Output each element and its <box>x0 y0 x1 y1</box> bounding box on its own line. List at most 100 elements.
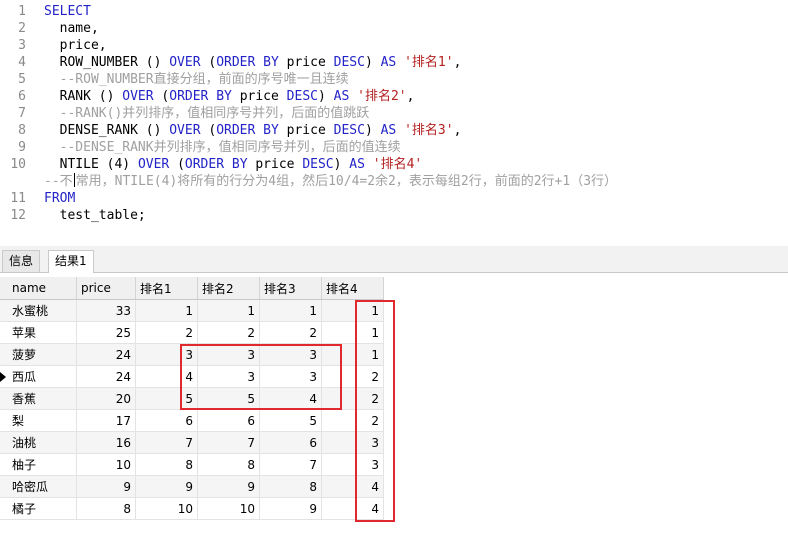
column-header-rank3[interactable]: 排名3 <box>259 277 322 300</box>
cell-value[interactable]: 1 <box>321 321 384 344</box>
cell-value[interactable]: 7 <box>135 431 198 454</box>
cell-value[interactable]: 2 <box>135 321 198 344</box>
cell-text: 油桃 <box>12 436 37 450</box>
table-row[interactable]: 橘子 8 10 10 9 4 <box>0 497 384 520</box>
cell-value[interactable]: 7 <box>259 453 322 476</box>
cell-value[interactable]: 6 <box>197 409 260 432</box>
table-row[interactable]: 香蕉 20 5 5 4 2 <box>0 387 384 410</box>
cell-value[interactable]: 16 <box>76 431 136 454</box>
cell-value[interactable]: 20 <box>76 387 136 410</box>
sql-string: '排名3' <box>404 123 454 138</box>
cell-value[interactable]: 1 <box>321 299 384 322</box>
cell-name[interactable]: 菠萝 <box>0 343 77 366</box>
cell-value[interactable]: 5 <box>135 387 198 410</box>
cell-name[interactable]: 梨 <box>0 409 77 432</box>
sql-token: price <box>278 123 334 138</box>
cell-value[interactable]: 9 <box>197 475 260 498</box>
cell-value[interactable]: 10 <box>135 497 198 520</box>
code-text: --不 常用，NTILE(4)将所有的行分为4组，然后10/4=2余2，表示每组2… <box>44 173 617 190</box>
column-header-rank1[interactable]: 排名1 <box>135 277 198 300</box>
sql-keyword: ORDER BY <box>169 89 232 104</box>
table-row[interactable]: 柚子 10 8 8 7 3 <box>0 453 384 476</box>
sql-keyword: AS <box>349 157 365 172</box>
cell-name[interactable]: 橘子 <box>0 497 77 520</box>
sql-token: , <box>453 55 462 70</box>
column-header-price[interactable]: price <box>76 277 136 300</box>
cell-name[interactable]: 香蕉 <box>0 387 77 410</box>
cell-value[interactable]: 2 <box>259 321 322 344</box>
line-number: 12 <box>10 208 26 223</box>
cell-name[interactable]: 西瓜 <box>0 365 77 388</box>
cell-value[interactable]: 3 <box>259 343 322 366</box>
cell-value[interactable]: 3 <box>321 453 384 476</box>
table-row[interactable]: 苹果 25 2 2 2 1 <box>0 321 384 344</box>
cell-value[interactable]: 8 <box>259 475 322 498</box>
cell-value[interactable]: 3 <box>259 365 322 388</box>
cell-value[interactable]: 24 <box>76 365 136 388</box>
sql-token: price <box>278 55 334 70</box>
column-header-name[interactable]: name <box>0 277 77 300</box>
cell-name[interactable]: 哈密瓜 <box>0 475 77 498</box>
cell-value[interactable]: 1 <box>321 343 384 366</box>
sql-token: name, <box>44 21 99 36</box>
line-number: 6 <box>18 89 26 104</box>
cell-value[interactable]: 24 <box>76 343 136 366</box>
cell-value[interactable]: 2 <box>321 365 384 388</box>
cell-name[interactable]: 柚子 <box>0 453 77 476</box>
sql-editor[interactable]: 1 SELECT 2 name, 3 price, 4 ROW_NUMBER () OV… <box>0 0 788 240</box>
cell-value[interactable]: 4 <box>321 475 384 498</box>
sql-string: '排名4' <box>372 157 423 172</box>
cell-name[interactable]: 水蜜桃 <box>0 299 77 322</box>
cell-value[interactable]: 10 <box>76 453 136 476</box>
tab-result1[interactable]: 结果1 <box>48 250 94 273</box>
table-row[interactable]: 油桃 16 7 7 6 3 <box>0 431 384 454</box>
cell-value[interactable]: 4 <box>135 365 198 388</box>
cell-value[interactable]: 33 <box>76 299 136 322</box>
cell-value[interactable]: 3 <box>197 343 260 366</box>
cell-value[interactable]: 4 <box>259 387 322 410</box>
sql-comment: --不 <box>44 174 73 189</box>
table-row[interactable]: 菠萝 24 3 3 3 1 <box>0 343 384 366</box>
cell-value[interactable]: 3 <box>197 365 260 388</box>
cell-name[interactable]: 油桃 <box>0 431 77 454</box>
cell-value[interactable]: 5 <box>197 387 260 410</box>
line-number: 9 <box>18 140 26 155</box>
cell-value[interactable]: 6 <box>259 431 322 454</box>
cell-value[interactable]: 1 <box>197 299 260 322</box>
cell-value[interactable]: 6 <box>135 409 198 432</box>
cell-value[interactable]: 25 <box>76 321 136 344</box>
table-row[interactable]: 西瓜 24 4 3 3 2 <box>0 365 384 388</box>
cell-value[interactable]: 9 <box>76 475 136 498</box>
cell-value[interactable]: 8 <box>135 453 198 476</box>
cell-value[interactable]: 17 <box>76 409 136 432</box>
sql-keyword: ORDER BY <box>216 123 279 138</box>
cell-value[interactable]: 2 <box>321 409 384 432</box>
text-cursor <box>73 173 75 187</box>
column-header-rank2[interactable]: 排名2 <box>197 277 260 300</box>
tab-info[interactable]: 信息 <box>2 250 41 272</box>
cell-value[interactable]: 8 <box>197 453 260 476</box>
result-tabs: 信息 结果1 <box>0 246 788 273</box>
cell-value[interactable]: 8 <box>76 497 136 520</box>
cell-value[interactable]: 1 <box>259 299 322 322</box>
cell-value[interactable]: 9 <box>259 497 322 520</box>
cell-value[interactable]: 7 <box>197 431 260 454</box>
cell-value[interactable]: 2 <box>321 387 384 410</box>
sql-keyword: DESC <box>286 89 318 104</box>
cell-value[interactable]: 5 <box>259 409 322 432</box>
cell-value[interactable]: 4 <box>321 497 384 520</box>
sql-token: ) <box>333 157 350 172</box>
line-number: 7 <box>18 106 26 121</box>
table-row[interactable]: 梨 17 6 6 5 2 <box>0 409 384 432</box>
cell-value[interactable]: 9 <box>135 475 198 498</box>
column-header-rank4[interactable]: 排名4 <box>321 277 384 300</box>
table-row[interactable]: 哈密瓜 9 9 9 8 4 <box>0 475 384 498</box>
table-row[interactable]: 水蜜桃 33 1 1 1 1 <box>0 299 384 322</box>
cell-name[interactable]: 苹果 <box>0 321 77 344</box>
cell-value[interactable]: 1 <box>135 299 198 322</box>
cell-value[interactable]: 10 <box>197 497 260 520</box>
cell-value[interactable]: 3 <box>321 431 384 454</box>
cell-value[interactable]: 2 <box>197 321 260 344</box>
cell-value[interactable]: 3 <box>135 343 198 366</box>
